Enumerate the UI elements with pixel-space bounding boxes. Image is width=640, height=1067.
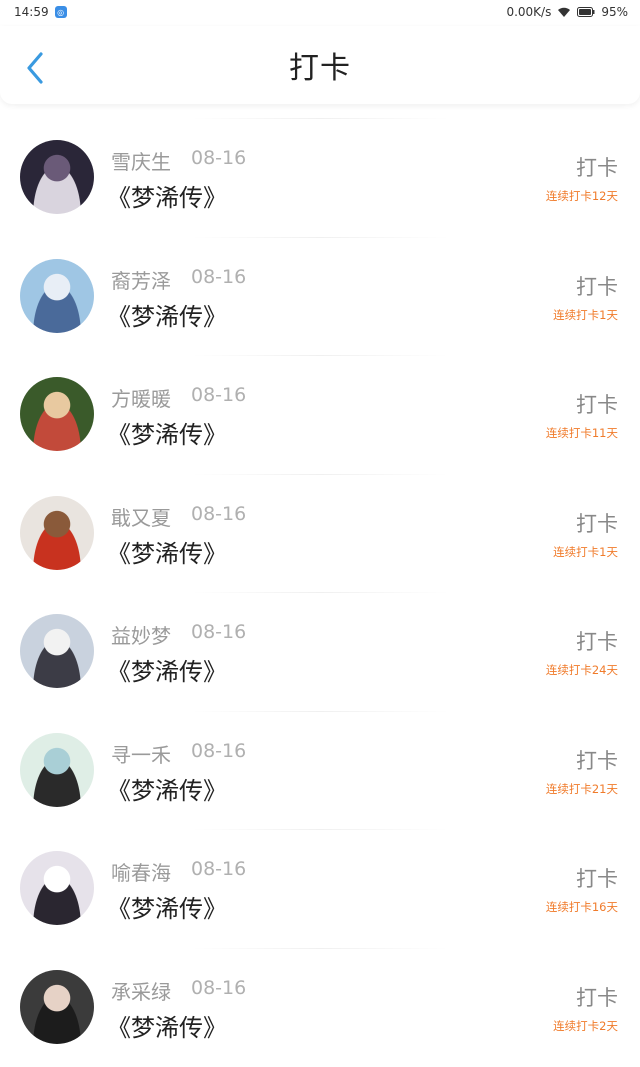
book-title[interactable]: 《梦浠传》 [107, 771, 227, 806]
list-item[interactable]: 益妙梦 08-16 《梦浠传》 打卡 连续打卡24天 [0, 592, 640, 711]
book-title[interactable]: 《梦浠传》 [107, 297, 227, 332]
user-name: 戢又夏 [111, 505, 171, 530]
list-item[interactable]: 寻一禾 08-16 《梦浠传》 打卡 连续打卡21天 [0, 710, 640, 830]
avatar[interactable] [20, 614, 94, 688]
user-name: 雪庆生 [111, 150, 171, 174]
book-title[interactable]: 《梦浠传》 [107, 889, 227, 924]
checkin-date: 08-16 [191, 384, 247, 406]
row-divider [190, 829, 450, 830]
checkin-date: 08-16 [191, 147, 247, 169]
checkin-label: 打卡 [576, 748, 618, 773]
wifi-icon [557, 7, 571, 18]
notification-app-icon: ◎ [54, 6, 67, 18]
streak-badge: 连续打卡12天 [545, 189, 618, 203]
checkin-date: 08-16 [191, 858, 247, 880]
checkin-label: 打卡 [576, 274, 618, 299]
list-item[interactable]: 承采绿 08-16 《梦浠传》 打卡 连续打卡2天 [0, 947, 640, 1067]
checkin-label: 打卡 [576, 985, 618, 1010]
checkin-label: 打卡 [576, 393, 618, 417]
streak-badge: 连续打卡21天 [545, 781, 618, 796]
avatar[interactable] [20, 851, 94, 925]
checkin-date: 08-16 [191, 976, 247, 999]
user-name: 喻春海 [111, 861, 171, 885]
streak-badge: 连续打卡1天 [553, 544, 618, 559]
user-name: 方暖暖 [111, 387, 171, 411]
status-bar: 14:59 ◎ 0.00K/s 95% [0, 0, 640, 24]
row-divider [190, 473, 450, 475]
list-item[interactable]: 戢又夏 08-16 《梦浠传》 打卡 连续打卡1天 [0, 473, 640, 593]
row-divider [190, 118, 450, 119]
avatar[interactable] [20, 377, 94, 451]
row-divider [190, 355, 450, 356]
checkin-date: 08-16 [191, 265, 247, 288]
battery-icon [577, 7, 595, 17]
list-item[interactable]: 方暖暖 08-16 《梦浠传》 打卡 连续打卡11天 [0, 355, 640, 474]
row-divider [190, 592, 450, 593]
book-title[interactable]: 《梦浠传》 [107, 652, 227, 687]
row-divider [190, 947, 450, 949]
checkin-label: 打卡 [576, 156, 618, 180]
checkin-date: 08-16 [191, 502, 247, 525]
streak-badge: 连续打卡2天 [553, 1018, 618, 1033]
user-name: 裔芳泽 [111, 268, 171, 293]
book-title[interactable]: 《梦浠传》 [107, 178, 227, 213]
row-divider [190, 236, 450, 238]
checkin-label: 打卡 [576, 630, 618, 654]
checkin-list: 雪庆生 08-16 《梦浠传》 打卡 连续打卡12天 裔芳泽 08-16 《梦浠… [0, 118, 640, 1066]
page-title: 打卡 [289, 51, 351, 86]
status-time: 14:59 [14, 5, 49, 19]
avatar[interactable] [20, 140, 94, 214]
row-divider [190, 710, 450, 712]
book-title[interactable]: 《梦浠传》 [107, 415, 227, 450]
checkin-date: 08-16 [191, 621, 247, 643]
checkin-label: 打卡 [576, 867, 618, 891]
book-title[interactable]: 《梦浠传》 [107, 534, 227, 569]
checkin-label: 打卡 [576, 511, 618, 536]
battery-level: 95% [601, 5, 628, 19]
avatar[interactable] [20, 495, 94, 570]
app-header: 打卡 [0, 26, 640, 104]
avatar[interactable] [20, 258, 94, 333]
status-left: 14:59 ◎ [14, 5, 67, 19]
avatar[interactable] [20, 732, 94, 807]
streak-badge: 连续打卡1天 [553, 307, 618, 322]
status-right: 0.00K/s 95% [506, 5, 628, 19]
user-name: 益妙梦 [111, 624, 171, 648]
streak-badge: 连续打卡24天 [545, 663, 618, 677]
book-title[interactable]: 《梦浠传》 [107, 1008, 227, 1043]
list-item[interactable]: 喻春海 08-16 《梦浠传》 打卡 连续打卡16天 [0, 829, 640, 948]
checkin-date: 08-16 [191, 739, 247, 762]
list-item[interactable]: 裔芳泽 08-16 《梦浠传》 打卡 连续打卡1天 [0, 236, 640, 356]
network-speed: 0.00K/s [506, 5, 552, 19]
avatar[interactable] [20, 969, 94, 1044]
streak-badge: 连续打卡11天 [545, 426, 618, 440]
streak-badge: 连续打卡16天 [545, 900, 618, 914]
list-item[interactable]: 雪庆生 08-16 《梦浠传》 打卡 连续打卡12天 [0, 118, 640, 237]
user-name: 寻一禾 [111, 742, 171, 767]
user-name: 承采绿 [111, 979, 171, 1004]
